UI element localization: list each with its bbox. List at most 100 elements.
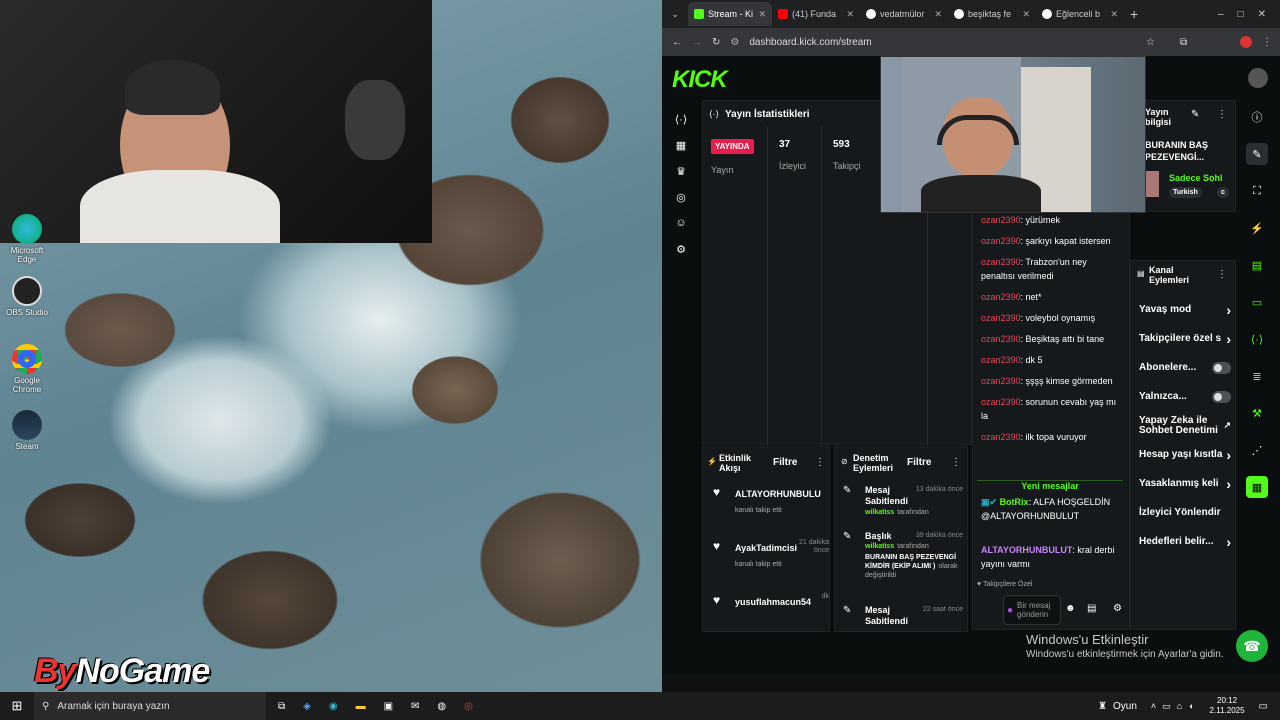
tab-kick[interactable]: Stream - Ki ✕ bbox=[688, 2, 772, 26]
mic-icon[interactable]: ● bbox=[1007, 605, 1013, 616]
notes-icon[interactable]: ▤ bbox=[1246, 254, 1268, 276]
toggle-switch[interactable] bbox=[1211, 390, 1231, 403]
activity-username[interactable]: AyakTadimcisi bbox=[735, 543, 797, 553]
chat-username[interactable]: BotRix bbox=[1000, 497, 1029, 507]
filter-button[interactable]: Filtre bbox=[907, 457, 931, 468]
nodes-icon[interactable]: ⋰ bbox=[1246, 439, 1268, 461]
chat-icon[interactable]: ▭ bbox=[1246, 291, 1268, 313]
profile-avatar[interactable] bbox=[1240, 36, 1252, 48]
chat-username[interactable]: ozan2390 bbox=[981, 376, 1021, 386]
chat-username[interactable]: ALTAYORHUNBULUT bbox=[981, 545, 1072, 555]
chat-input[interactable]: ● Bir mesaj gönderin bbox=[1003, 595, 1061, 625]
window-controls[interactable]: –□✕ bbox=[1218, 9, 1280, 20]
channel-action-item[interactable]: İzleyici Yönlendir bbox=[1139, 498, 1231, 527]
activity-item[interactable]: ♥ AyakTadimcisi kanalı takip etti 21 dakika… bbox=[711, 539, 829, 595]
tab-youtube[interactable]: (41) Funda ✕ bbox=[772, 2, 860, 26]
game-label[interactable]: Oyun bbox=[1113, 701, 1137, 712]
support-icon[interactable]: ☎ bbox=[1236, 630, 1268, 662]
chrome-icon[interactable]: ◎ bbox=[464, 701, 473, 712]
chat-username[interactable]: ozan2390 bbox=[981, 334, 1021, 344]
forward-icon[interactable]: → bbox=[692, 37, 702, 48]
chat-settings-icon[interactable]: ⚙ bbox=[1113, 603, 1122, 614]
close-icon[interactable]: ✕ bbox=[846, 9, 854, 20]
mail-icon[interactable]: ✉ bbox=[411, 701, 419, 712]
tray-icons[interactable]: ˄▭⌂◖ bbox=[1151, 701, 1200, 712]
close-icon[interactable]: ✕ bbox=[1022, 9, 1030, 20]
channel-action-item[interactable]: Yavaş mod › bbox=[1139, 295, 1231, 324]
desktop-icon-steam[interactable]: Steam bbox=[4, 410, 50, 451]
file-explorer-icon[interactable]: ▬ bbox=[356, 701, 366, 712]
bookmark-icon[interactable]: ☆ bbox=[1146, 37, 1155, 48]
users-icon[interactable]: ☺ bbox=[670, 212, 692, 234]
activity-item[interactable]: ♥ ALTAYORHUNBULU kanalı takip etti bbox=[711, 485, 829, 541]
chevron-right-icon[interactable]: › bbox=[1226, 331, 1231, 347]
expand-icon[interactable]: ⛶ bbox=[1246, 180, 1268, 202]
tab-google-3[interactable]: Eğlenceli b ✕ bbox=[1036, 2, 1124, 26]
moderation-item[interactable]: ✎ Mesaj Sabitlendi 13 dakika önce wilkatiss… bbox=[841, 485, 965, 525]
chat-username[interactable]: ozan2390 bbox=[981, 236, 1021, 246]
task-view-icon[interactable]: ⧉ bbox=[278, 701, 285, 712]
trophy-icon[interactable]: ♛ bbox=[670, 160, 692, 182]
more-icon[interactable]: ⋮ bbox=[1217, 269, 1227, 280]
chat-username[interactable]: ozan2390 bbox=[981, 432, 1021, 442]
copilot-icon[interactable]: ◈ bbox=[303, 701, 311, 712]
info-icon[interactable]: ⓘ bbox=[1246, 106, 1268, 128]
reload-icon[interactable]: ↻ bbox=[712, 37, 720, 48]
desktop-icon-chrome[interactable]: Google Chrome bbox=[4, 344, 50, 394]
user-avatar[interactable] bbox=[1248, 68, 1268, 88]
wrench-icon[interactable]: ⚒ bbox=[1246, 402, 1268, 424]
moderation-item[interactable]: ✎ Mesaj Sabitlendi 22 saat önce bbox=[841, 605, 965, 631]
activity-username[interactable]: ALTAYORHUNBULU bbox=[735, 489, 821, 499]
chevron-right-icon[interactable]: › bbox=[1226, 302, 1231, 318]
settings-icon[interactable]: ⚙ bbox=[670, 238, 692, 260]
channel-action-item[interactable]: Yalnızca... bbox=[1139, 382, 1231, 411]
category-link[interactable]: Sadece Sohl bbox=[1169, 173, 1223, 183]
target-icon[interactable]: ◎ bbox=[670, 186, 692, 208]
broadcast-icon[interactable]: ⟨·⟩ bbox=[1246, 328, 1268, 350]
clapper-icon[interactable]: ▦ bbox=[1246, 476, 1268, 498]
store-icon[interactable]: ▤ bbox=[1087, 603, 1096, 614]
notification-icon[interactable]: ▭ bbox=[1259, 701, 1268, 712]
channel-action-item[interactable]: Yasaklanmış keli › bbox=[1139, 469, 1231, 498]
edit-icon[interactable]: ✎ bbox=[1191, 109, 1199, 120]
chat-username[interactable]: ozan2390 bbox=[981, 215, 1021, 225]
activity-item[interactable]: ♥ yusuflahmacun54 dk bbox=[711, 593, 829, 649]
dashboard-icon[interactable]: ▦ bbox=[670, 134, 692, 156]
new-tab-icon[interactable]: + bbox=[1130, 6, 1138, 22]
bolt-icon[interactable]: ⚡ bbox=[1246, 217, 1268, 239]
tab-google-1[interactable]: vedatmülor ✕ bbox=[860, 2, 948, 26]
emoji-icon[interactable]: ☻ bbox=[1065, 603, 1076, 614]
more-icon[interactable]: ⋮ bbox=[1217, 109, 1227, 120]
close-icon[interactable]: ✕ bbox=[758, 9, 766, 20]
list-icon[interactable]: ≣ bbox=[1246, 365, 1268, 387]
obs-icon[interactable]: ◍ bbox=[437, 701, 446, 712]
store-icon[interactable]: ▣ bbox=[384, 701, 393, 712]
channel-action-item[interactable]: Takipçilere özel s › bbox=[1139, 324, 1231, 353]
channel-action-item[interactable]: Yapay Zeka ile Sohbet Denetimi ↗ bbox=[1139, 411, 1231, 440]
filter-button[interactable]: Filtre bbox=[773, 457, 797, 468]
close-icon[interactable]: ✕ bbox=[934, 9, 942, 20]
back-icon[interactable]: ← bbox=[672, 37, 682, 48]
moderation-item[interactable]: ✎ Başlık 39 dakika önce wilkatiss tarafından… bbox=[841, 531, 965, 599]
more-icon[interactable]: ⋮ bbox=[815, 457, 825, 468]
chat-username[interactable]: ozan2390 bbox=[981, 397, 1021, 407]
chat-username[interactable]: ozan2390 bbox=[981, 313, 1021, 323]
url-field[interactable]: dashboard.kick.com/stream bbox=[749, 37, 871, 48]
taskbar-search[interactable]: ⚲ Aramak için buraya yazın bbox=[34, 692, 266, 720]
channel-action-item[interactable]: Abonelere... bbox=[1139, 353, 1231, 382]
start-icon[interactable]: ⊞ bbox=[0, 698, 34, 714]
clock[interactable]: 20:12 2.11.2025 bbox=[1210, 696, 1245, 716]
channel-action-item[interactable]: Hesap yaşı kısıtla › bbox=[1139, 440, 1231, 469]
game-icon[interactable]: ♜ bbox=[1098, 701, 1107, 712]
edge-icon[interactable]: ◉ bbox=[329, 701, 338, 712]
desktop-icon-edge[interactable]: Microsoft Edge bbox=[4, 214, 50, 264]
desktop-icon-obs[interactable]: OBS Studio bbox=[4, 276, 50, 317]
toggle-switch[interactable] bbox=[1211, 361, 1231, 374]
chat-username[interactable]: ozan2390 bbox=[981, 292, 1021, 302]
channel-action-item[interactable]: Hedefleri belir... › bbox=[1139, 527, 1231, 556]
extensions-icon[interactable]: ⧉ bbox=[1180, 37, 1187, 48]
stream-icon[interactable]: ⟨·⟩ bbox=[670, 108, 692, 130]
close-icon[interactable]: ✕ bbox=[1110, 9, 1118, 20]
more-icon[interactable]: ⋮ bbox=[951, 457, 961, 468]
chevron-right-icon[interactable]: › bbox=[1226, 534, 1231, 550]
